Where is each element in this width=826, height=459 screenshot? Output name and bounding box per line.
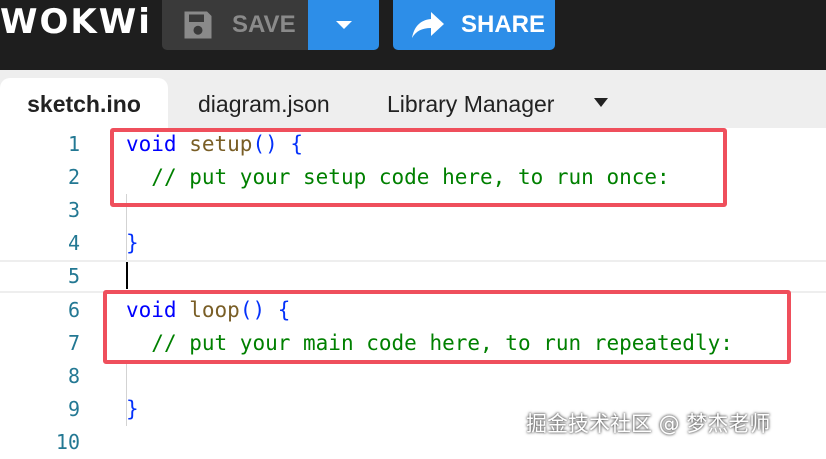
tab-menu-chevron-down-icon[interactable] — [592, 97, 610, 109]
line-number: 2 — [67, 165, 80, 189]
code-editor[interactable]: 1 void setup() { 2 // put your setup cod… — [0, 128, 826, 454]
file-tab-bar: sketch.ino diagram.json Library Manager — [0, 70, 826, 128]
highlight-box-setup — [110, 128, 727, 207]
line-number: 10 — [55, 430, 80, 454]
save-icon — [184, 11, 212, 39]
save-label: SAVE — [232, 11, 296, 38]
save-options-dropdown-button[interactable] — [308, 0, 379, 50]
line-number: 9 — [67, 397, 80, 421]
highlight-box-loop — [103, 290, 791, 364]
chevron-down-icon — [335, 21, 352, 29]
line-number: 7 — [67, 331, 80, 355]
line-number: 6 — [67, 298, 80, 322]
tab-sketch-ino[interactable]: sketch.ino — [0, 78, 168, 128]
line-number: 1 — [67, 132, 80, 156]
text-cursor — [126, 262, 128, 289]
line-number: 8 — [67, 364, 80, 388]
top-bar: WOKWi SAVE SHARE — [0, 0, 826, 70]
brace: } — [126, 397, 139, 421]
code-line: 4 } — [0, 227, 826, 260]
tab-diagram-json[interactable]: diagram.json — [198, 78, 330, 128]
watermark: 掘金技术社区 @ 梦杰老师 — [526, 412, 771, 436]
share-icon — [412, 12, 444, 38]
line-number: 5 — [67, 264, 80, 288]
save-button[interactable]: SAVE — [162, 0, 308, 50]
share-button[interactable]: SHARE — [393, 0, 555, 50]
share-label: SHARE — [461, 11, 546, 38]
tab-library-manager[interactable]: Library Manager — [387, 78, 554, 128]
wokwi-logo[interactable]: WOKWi — [0, 0, 152, 44]
code-line-current: 5 — [0, 260, 826, 293]
brace: } — [126, 231, 139, 255]
line-number: 3 — [67, 198, 80, 222]
line-number: 4 — [67, 231, 80, 255]
code-line: 8 — [0, 360, 826, 393]
